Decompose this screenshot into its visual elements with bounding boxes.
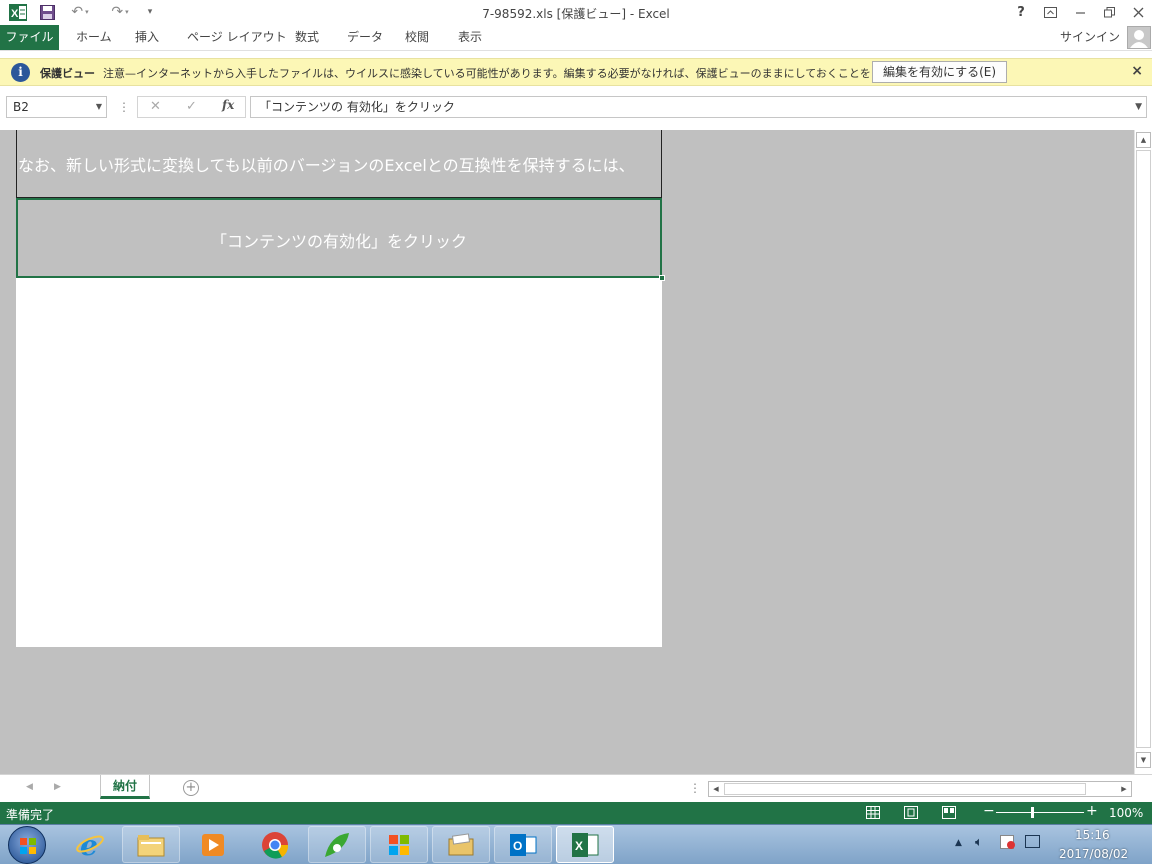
name-box[interactable]: B2 ▼ [6, 96, 107, 118]
excel-taskbar-icon[interactable]: X [556, 826, 614, 863]
page-break-view-icon[interactable] [942, 806, 956, 819]
formula-value: 「コンテンツの 有効化」をクリック [259, 100, 455, 114]
protected-view-message: 注意—インターネットから入手したファイルは、ウイルスに感染している可能性がありま… [103, 67, 947, 80]
media-player-icon[interactable] [184, 826, 242, 863]
protected-view-title: 保護ビュー [40, 67, 95, 80]
zoom-slider[interactable] [996, 812, 1084, 813]
svg-text:e: e [80, 830, 98, 860]
tab-insert[interactable]: 挿入 [135, 25, 159, 50]
ribbon-display-options-icon[interactable] [1036, 0, 1064, 25]
normal-view-icon[interactable] [866, 806, 880, 819]
scroll-up-icon[interactable]: ▲ [1136, 132, 1151, 148]
scroll-left-icon[interactable]: ◀ [709, 782, 723, 796]
name-box-value: B2 [13, 100, 29, 114]
action-center-flag-icon[interactable] [1000, 835, 1015, 849]
cell-b1[interactable]: なお、新しい形式に変換しても以前のバージョンのExcelとの互換性を保持するには… [16, 130, 662, 198]
horizontal-scrollbar[interactable]: ◀ ▶ [708, 781, 1132, 797]
zoom-in-button[interactable]: + [1086, 803, 1098, 819]
scroll-down-icon[interactable]: ▼ [1136, 752, 1151, 768]
signin-link[interactable]: サインイン [1060, 25, 1120, 50]
title-bar: X ↶ ▾ ↷ ▾ ▾ 7-98592.xls [保護ビュー] - Excel ? [0, 0, 1152, 25]
clock-date[interactable]: 2017/08/02 [1059, 847, 1128, 861]
vertical-scrollbar[interactable]: ▲ ▼ [1134, 130, 1152, 774]
info-icon: i [11, 63, 30, 82]
cell-b2-text: 「コンテンツの有効化」をクリック [210, 232, 467, 251]
window-title: 7-98592.xls [保護ビュー] - Excel [482, 7, 670, 21]
tab-split-grip-icon[interactable]: ⋮ [689, 781, 701, 795]
scroll-right-icon[interactable]: ▶ [1117, 782, 1131, 796]
file-explorer-icon[interactable] [122, 826, 180, 863]
formula-bar-grip-icon[interactable]: ⋮ [118, 100, 130, 114]
tab-review[interactable]: 校閲 [405, 25, 429, 50]
sheet-next-icon[interactable]: ▶ [54, 782, 61, 792]
cell-b2-selected[interactable]: 「コンテンツの有効化」をクリック [16, 198, 662, 278]
horizontal-scroll-thumb[interactable] [724, 783, 1086, 795]
taskbar: e O X ▲ 🔈︎ 15:16 2017/08/02 [0, 824, 1152, 864]
help-button[interactable]: ? [1007, 0, 1035, 25]
show-hidden-icons-icon[interactable]: ▲ [955, 838, 962, 848]
sheet-tab-bar: ◀ ▶ 納付 + ⋮ ◀ ▶ [0, 774, 1152, 802]
fill-handle[interactable] [659, 275, 665, 281]
worksheet-area[interactable]: なお、新しい形式に変換しても以前のバージョンのExcelとの互換性を保持するには… [0, 130, 1134, 774]
zoom-out-button[interactable]: − [983, 803, 995, 819]
formula-buttons: ✕ ✓ fx [137, 96, 246, 118]
cancel-icon[interactable]: ✕ [150, 99, 161, 114]
insert-function-icon[interactable]: fx [222, 98, 234, 112]
avatar[interactable] [1127, 26, 1151, 49]
chrome-icon[interactable] [246, 826, 304, 863]
enable-editing-button[interactable]: 編集を有効にする(E) [872, 61, 1007, 83]
internet-explorer-icon[interactable]: e [61, 826, 119, 863]
folder-icon[interactable] [432, 826, 490, 863]
tab-home[interactable]: ホーム [76, 25, 112, 50]
start-button[interactable] [8, 826, 46, 864]
message-bar-close-button[interactable]: × [1131, 63, 1143, 79]
tab-formulas[interactable]: 数式 [295, 25, 319, 50]
tab-page-layout[interactable]: ページ レイアウト [187, 25, 287, 50]
minimize-icon[interactable] [1066, 0, 1094, 25]
app-green-icon[interactable] [308, 826, 366, 863]
formula-input[interactable]: 「コンテンツの 有効化」をクリック ▼ [250, 96, 1147, 118]
chevron-down-icon[interactable]: ▼ [96, 97, 102, 117]
ribbon-tabs: ファイル ホーム 挿入 ページ レイアウト 数式 データ 校閲 表示 サインイン [0, 25, 1152, 51]
protected-view-bar: i 保護ビュー 注意—インターネットから入手したファイルは、ウイルスに感染してい… [0, 58, 1152, 86]
svg-text:O: O [513, 839, 522, 853]
tab-data[interactable]: データ [347, 25, 383, 50]
status-text: 準備完了 [6, 808, 55, 822]
network-icon[interactable] [1025, 835, 1040, 848]
tab-view[interactable]: 表示 [458, 25, 482, 50]
page-layout-view-icon[interactable] [904, 806, 918, 819]
sheet-prev-icon[interactable]: ◀ [26, 782, 33, 792]
control-panel-icon[interactable] [370, 826, 428, 863]
volume-icon[interactable]: 🔈︎ [975, 835, 983, 850]
print-page[interactable]: なお、新しい形式に変換しても以前のバージョンのExcelとの互換性を保持するには… [16, 130, 665, 647]
cell-b1-text: なお、新しい形式に変換しても以前のバージョンのExcelとの互換性を保持するには… [18, 156, 635, 175]
zoom-level[interactable]: 100% [1109, 806, 1143, 820]
expand-formula-icon[interactable]: ▼ [1135, 97, 1142, 117]
status-bar: 準備完了 − + 100% [0, 802, 1152, 824]
outlook-icon[interactable]: O [494, 826, 552, 863]
tab-file[interactable]: ファイル [0, 25, 59, 50]
add-sheet-button[interactable]: + [183, 780, 199, 796]
close-icon[interactable] [1124, 0, 1152, 25]
enter-check-icon[interactable]: ✓ [186, 99, 197, 114]
clock-time[interactable]: 15:16 [1075, 828, 1110, 842]
svg-text:X: X [575, 839, 583, 853]
zoom-slider-thumb[interactable] [1031, 807, 1034, 818]
sheet-tab[interactable]: 納付 [100, 775, 150, 799]
formula-bar: B2 ▼ ⋮ ✕ ✓ fx 「コンテンツの 有効化」をクリック ▼ [0, 92, 1152, 122]
restore-icon[interactable] [1095, 0, 1123, 25]
vertical-scroll-thumb[interactable] [1136, 150, 1151, 748]
